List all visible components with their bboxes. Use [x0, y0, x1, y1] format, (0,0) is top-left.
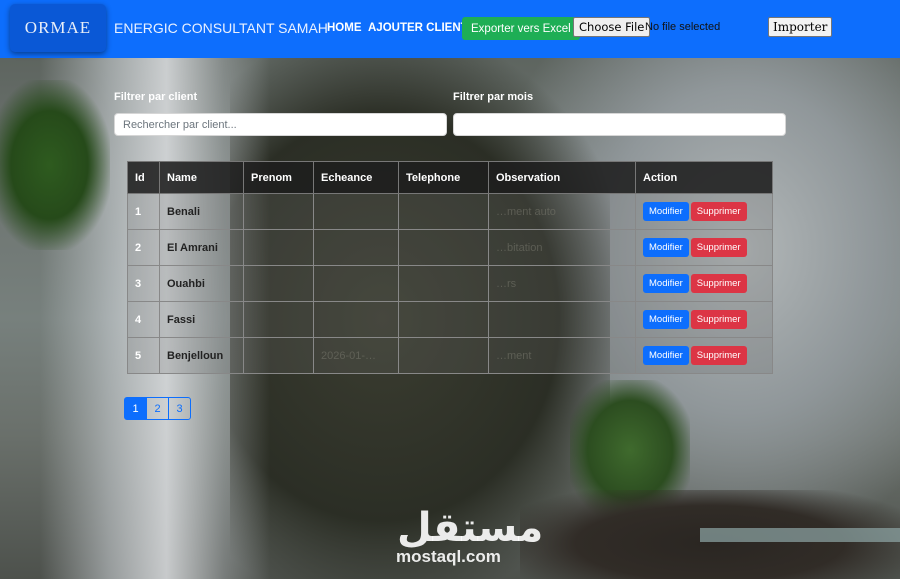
table-row: 3 Ouahbi …rs Modifier Supprimer: [127, 265, 773, 302]
table-header-row: Id Name Prenom Echeance Telephone Observ…: [127, 161, 773, 194]
header-name: Name: [159, 161, 244, 194]
table-row: 5 Benjelloun 2026-01-… …ment Modifier Sup…: [127, 337, 773, 374]
table-row: 1 Benali …ment auto Modifier Supprimer: [127, 193, 773, 230]
navbar: ORMAE ENERGIC CONSULTANT SAMAH HOME AJOU…: [0, 0, 900, 58]
foliage-left: [0, 80, 110, 250]
logo-text: ORMAE: [24, 18, 92, 37]
cell-prenom: [243, 265, 314, 302]
cell-echeance: 2026-01-…: [313, 337, 399, 374]
cell-name: Ouahbi: [159, 265, 244, 302]
cell-telephone: [398, 193, 489, 230]
delete-button[interactable]: Supprimer: [690, 274, 747, 293]
month-filter-input[interactable]: [453, 113, 786, 136]
cell-id: 4: [127, 301, 160, 338]
cell-action: Modifier Supprimer: [635, 229, 773, 266]
client-search-input[interactable]: [114, 113, 447, 136]
cell-observation: …bitation: [488, 229, 636, 266]
edit-button[interactable]: Modifier: [643, 310, 689, 329]
watermark-latin: mostaql.com: [396, 547, 501, 566]
page-1[interactable]: 1: [124, 397, 147, 420]
choose-file-button[interactable]: Choose File: [573, 17, 651, 37]
delete-button[interactable]: Supprimer: [690, 346, 747, 365]
cell-echeance: [313, 265, 399, 302]
delete-button[interactable]: Supprimer: [690, 238, 747, 257]
table-row: 2 El Amrani …bitation Modifier Supprimer: [127, 229, 773, 266]
cell-action: Modifier Supprimer: [635, 301, 773, 338]
cell-name: Fassi: [159, 301, 244, 338]
edit-button[interactable]: Modifier: [643, 274, 689, 293]
cell-id: 3: [127, 265, 160, 302]
header-id: Id: [127, 161, 160, 194]
cell-echeance: [313, 229, 399, 266]
header-telephone: Telephone: [398, 161, 489, 194]
cell-action: Modifier Supprimer: [635, 337, 773, 374]
filter-client-label: Filtrer par client: [114, 91, 198, 103]
nav-add-client[interactable]: AJOUTER CLIENT: [368, 22, 468, 34]
cell-telephone: [398, 265, 489, 302]
cell-prenom: [243, 337, 314, 374]
header-echeance: Echeance: [313, 161, 399, 194]
cell-observation: …ment auto: [488, 193, 636, 230]
export-excel-button[interactable]: Exporter vers Excel: [462, 17, 580, 40]
cell-echeance: [313, 301, 399, 338]
page-3[interactable]: 3: [168, 397, 191, 420]
filter-month-label: Filtrer par mois: [453, 91, 534, 103]
header-observation: Observation: [488, 161, 636, 194]
cell-observation: …rs: [488, 265, 636, 302]
nav-home[interactable]: HOME: [327, 22, 362, 34]
clients-table: Id Name Prenom Echeance Telephone Observ…: [127, 161, 773, 374]
cell-action: Modifier Supprimer: [635, 265, 773, 302]
table-row: 4 Fassi Modifier Supprimer: [127, 301, 773, 338]
edit-button[interactable]: Modifier: [643, 202, 689, 221]
cell-id: 5: [127, 337, 160, 374]
cell-name: Benali: [159, 193, 244, 230]
cell-observation: [488, 301, 636, 338]
delete-button[interactable]: Supprimer: [690, 202, 747, 221]
cell-name: Benjelloun: [159, 337, 244, 374]
cell-telephone: [398, 301, 489, 338]
header-action: Action: [635, 161, 773, 194]
watermark-arabic: مستقل: [397, 505, 544, 551]
import-button[interactable]: Importer: [768, 17, 833, 37]
header-prenom: Prenom: [243, 161, 314, 194]
delete-button[interactable]: Supprimer: [690, 310, 747, 329]
cell-telephone: [398, 229, 489, 266]
cell-action: Modifier Supprimer: [635, 193, 773, 230]
sea-strip: [700, 528, 900, 542]
cell-prenom: [243, 193, 314, 230]
cell-observation: …ment: [488, 337, 636, 374]
cell-id: 1: [127, 193, 160, 230]
logo[interactable]: ORMAE: [10, 4, 106, 52]
file-status: No file selected: [645, 21, 721, 33]
page-2[interactable]: 2: [146, 397, 169, 420]
pagination: 1 2 3: [124, 397, 191, 420]
cell-name: El Amrani: [159, 229, 244, 266]
cell-prenom: [243, 229, 314, 266]
cell-echeance: [313, 193, 399, 230]
brand-name[interactable]: ENERGIC CONSULTANT SAMAH: [114, 20, 328, 36]
edit-button[interactable]: Modifier: [643, 238, 689, 257]
cell-prenom: [243, 301, 314, 338]
edit-button[interactable]: Modifier: [643, 346, 689, 365]
cell-telephone: [398, 337, 489, 374]
cell-id: 2: [127, 229, 160, 266]
